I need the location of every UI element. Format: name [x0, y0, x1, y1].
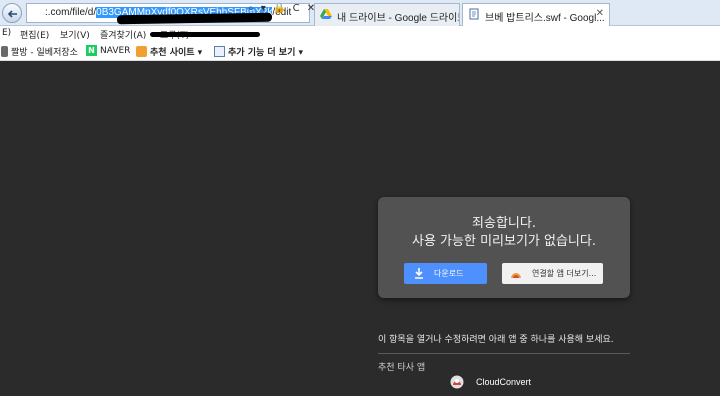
- divider: [378, 353, 630, 354]
- address-row: :.com/file/d/0B3GAMMpXydf0OXRsVEhhSFBmX2…: [0, 0, 720, 26]
- close-icon[interactable]: ✕: [596, 8, 604, 19]
- favorites-bar: 짤방 - 일베저장소 N NAVER 추천 사이트 ▾ 추가 기능 더 보기 ▾: [0, 41, 720, 61]
- favorite-label: 추천 사이트 ▾: [150, 48, 203, 58]
- menu-item-favorites[interactable]: 즐겨찾기(A): [100, 28, 146, 41]
- tab-swf-file[interactable]: 브베 밥트리스.swf - Googl... ✕: [462, 3, 610, 26]
- favorite-addons[interactable]: 추가 기능 더 보기 ▾: [214, 45, 303, 58]
- menu-item-edit[interactable]: 편집(E): [20, 28, 49, 41]
- recommended-apps-title: 추천 타사 앱: [378, 363, 426, 373]
- tab-google-drive[interactable]: 내 드라이브 - Google 드라이브: [314, 3, 460, 26]
- menu-item-file[interactable]: E): [2, 28, 11, 38]
- app-label: CloudConvert: [476, 377, 532, 387]
- favorite-suggested-sites[interactable]: 추천 사이트 ▾: [136, 45, 202, 58]
- open-instruction: 이 항목을 열거나 수정하려면 아래 앱 중 하나를 사용해 보세요.: [378, 335, 614, 345]
- favorite-naver[interactable]: N NAVER: [86, 45, 130, 56]
- app-item-cloudconvert[interactable]: CloudConvert: [450, 375, 531, 389]
- redaction-scribble: [150, 32, 260, 37]
- ilbe-icon: [1, 46, 8, 57]
- open-with-button[interactable]: 연결할 앱 더보기...: [502, 263, 603, 284]
- no-preview-dialog: 죄송합니다. 사용 가능한 미리보기가 없습니다. 다운로드 연결할 앱 더보기…: [378, 197, 630, 298]
- document-icon: [469, 8, 479, 20]
- menu-item-view[interactable]: 보기(V): [60, 28, 90, 41]
- download-label: 다운로드: [434, 269, 464, 278]
- browser-chrome: :.com/file/d/0B3GAMMpXydf0OXRsVEhhSFBmX2…: [0, 0, 720, 61]
- download-button[interactable]: 다운로드: [404, 263, 487, 284]
- open-with-label: 연결할 앱 더보기...: [532, 269, 597, 278]
- download-icon: [415, 268, 423, 279]
- google-drive-icon: [320, 9, 332, 19]
- back-arrow-icon: [7, 10, 17, 18]
- redaction-scribble: [116, 12, 273, 25]
- favorite-ilbe[interactable]: 짤방 - 일베저장소: [1, 45, 78, 58]
- open-with-icon: [511, 273, 521, 278]
- suggested-sites-icon: [136, 46, 147, 57]
- favorite-label: NAVER: [100, 45, 131, 56]
- naver-icon: N: [86, 45, 97, 56]
- tab-label: 브베 밥트리스.swf - Googl...: [485, 13, 605, 24]
- dialog-subtitle: 사용 가능한 미리보기가 없습니다.: [412, 234, 596, 249]
- back-button[interactable]: [2, 3, 22, 23]
- favorite-label: 짤방 - 일베저장소: [11, 48, 78, 58]
- tab-label: 내 드라이브 - Google 드라이브: [337, 13, 460, 24]
- address-bar-icons[interactable]: ⌕ ▾ 🔒 C ✕: [248, 3, 317, 14]
- dialog-title: 죄송합니다.: [472, 216, 536, 231]
- addons-icon: [214, 46, 225, 57]
- favorite-label: 추가 기능 더 보기 ▾: [228, 48, 304, 58]
- cloudconvert-icon: [450, 375, 464, 389]
- menu-bar: E) 편집(E) 보기(V) 즐겨찾기(A) 도구(T): [0, 26, 720, 41]
